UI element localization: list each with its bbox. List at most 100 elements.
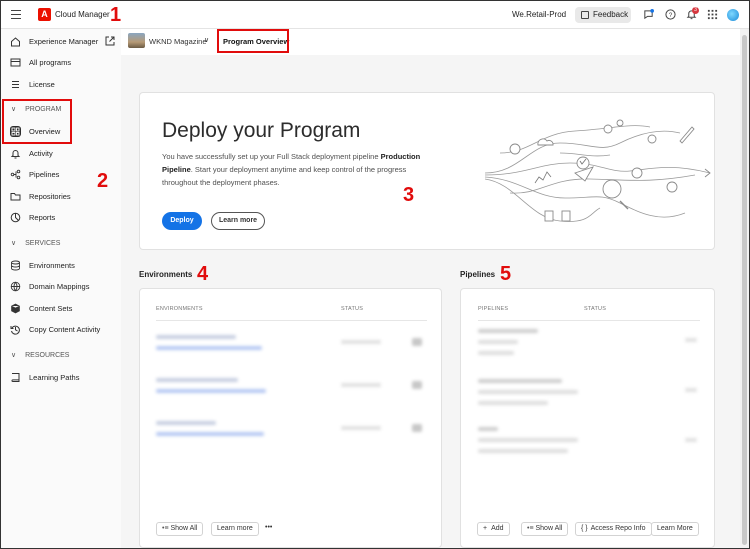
pipelines-learn-more-button[interactable]: Learn More: [651, 522, 699, 536]
sidebar-item-license[interactable]: License: [10, 76, 55, 92]
annotation-number: 2: [97, 170, 109, 192]
sidebar-item-copy-content-activity[interactable]: Copy Content Activity: [10, 321, 100, 337]
sidebar-item-label: Domain Mappings: [29, 281, 90, 291]
deploy-hero-card: Deploy your Program You have successfull…: [139, 92, 715, 250]
sidebar-item-label: Content Sets: [29, 303, 73, 313]
deployment-illustration: [484, 119, 711, 222]
license-icon: [12, 80, 19, 88]
external-link-icon: [105, 36, 115, 46]
programs-icon: [10, 58, 21, 66]
feedback-button[interactable]: Feedback: [575, 7, 631, 23]
sidebar-item-label: Copy Content Activity: [29, 324, 101, 334]
sidebar-item-label: Activity: [29, 148, 53, 158]
sidebar-item-pipelines[interactable]: Pipelines: [10, 166, 59, 182]
pipeline-icon: [10, 169, 21, 179]
code-braces-icon: { }: [581, 525, 588, 532]
environments-title: Environments: [139, 270, 193, 279]
sidebar-item-label: Environments: [29, 260, 75, 270]
sidebar-item-label: Reports: [29, 212, 56, 222]
sidebar-item-domain-mappings[interactable]: Domain Mappings: [10, 278, 89, 294]
sidebar-item-learning-paths[interactable]: Learning Paths: [10, 369, 79, 385]
show-all-environments-button[interactable]: •≡ Show All: [156, 522, 204, 536]
section-label: SERVICES: [25, 239, 61, 247]
reports-icon: [10, 212, 21, 222]
header-divider: [156, 320, 427, 321]
section-label: RESOURCES: [25, 351, 70, 359]
plus-icon: +: [483, 525, 488, 532]
sidebar-item-label: Pipelines: [29, 169, 60, 179]
home-icon: [11, 36, 20, 46]
sidebar-item-experience-manager[interactable]: Experience Manager: [10, 33, 115, 49]
annotation-highlight-box: [217, 29, 289, 53]
sidebar-item-label: License: [29, 79, 55, 89]
learn-more-button[interactable]: Learn more: [211, 212, 265, 230]
sidebar-item-reports[interactable]: Reports: [10, 209, 55, 225]
database-icon: [11, 260, 20, 270]
header-divider: [478, 320, 700, 321]
hero-description: You have successfully set up your Full S…: [162, 152, 421, 187]
col-header-status: STATUS: [341, 306, 364, 312]
adobe-logo-icon: A: [38, 8, 51, 21]
show-all-pipelines-button[interactable]: •≡ Show All: [521, 522, 569, 536]
box-icon: [11, 303, 20, 313]
show-all-label: Show All: [170, 525, 198, 532]
sidebar-item-all-programs[interactable]: All programs: [10, 54, 71, 70]
sidebar-item-label: All programs: [29, 57, 72, 67]
access-repo-label: Access Repo Info: [590, 525, 646, 532]
program-thumbnail: [128, 33, 145, 48]
apps-grid-icon[interactable]: [707, 9, 718, 20]
chevron-down-icon: ∨: [11, 240, 17, 247]
filter-icon: •≡: [162, 525, 169, 532]
annotation-number: 5: [500, 263, 512, 285]
feedback-icon: [581, 11, 589, 19]
help-icon[interactable]: ?: [665, 9, 676, 20]
section-services[interactable]: ∨ SERVICES: [11, 239, 61, 248]
access-repo-info-button[interactable]: { } Access Repo Info: [575, 522, 652, 536]
add-pipeline-button[interactable]: + Add: [477, 522, 510, 536]
pipelines-card: PIPELINES STATUS + Add •≡ Show All { } Acc…: [460, 288, 715, 548]
sidebar-item-label: Experience Manager: [29, 36, 99, 46]
globe-icon: [10, 281, 21, 291]
user-avatar[interactable]: [727, 9, 739, 21]
feedback-label: Feedback: [593, 10, 629, 19]
chevron-down-icon: ∨: [11, 352, 17, 359]
app-title[interactable]: Cloud Manager: [55, 10, 110, 19]
environments-learn-more-button[interactable]: Learn more: [211, 522, 259, 536]
sidebar-item-activity[interactable]: Activity: [10, 145, 53, 161]
sidebar-item-content-sets[interactable]: Content Sets: [10, 300, 72, 316]
deploy-button[interactable]: Deploy: [162, 212, 202, 230]
add-label: Add: [491, 525, 504, 532]
history-icon: [10, 325, 20, 335]
program-switcher[interactable]: WKND Magazine: [149, 37, 207, 46]
section-resources[interactable]: ∨ RESOURCES: [11, 351, 70, 360]
filter-icon: •≡: [527, 525, 534, 532]
sidebar-item-environments[interactable]: Environments: [10, 257, 75, 273]
book-icon: [11, 372, 20, 382]
environments-card: ENVIRONMENTS STATUS •≡ Show All Learn mo…: [139, 288, 442, 548]
scrollbar-thumb[interactable]: [742, 35, 747, 545]
breadcrumb: WKND Magazine ∨ Program Overview: [121, 29, 740, 55]
annotation-number: 3: [403, 184, 415, 206]
hamburger-menu-icon[interactable]: [11, 10, 21, 19]
annotation-number: 4: [197, 263, 209, 285]
col-header-environments: ENVIRONMENTS: [156, 306, 203, 312]
sidebar-item-label: Repositories: [29, 191, 71, 201]
pipelines-title: Pipelines: [460, 270, 496, 279]
sidebar-item-repositories[interactable]: Repositories: [10, 188, 71, 204]
show-all-label: Show All: [535, 525, 563, 532]
annotation-number: 1: [110, 4, 122, 26]
annotation-highlight-box: [2, 99, 72, 144]
sidebar-item-label: Learning Paths: [29, 372, 80, 382]
chevron-down-icon[interactable]: ∨: [204, 36, 209, 44]
org-switcher[interactable]: We.Retail-Prod: [512, 10, 566, 19]
folder-icon: [10, 192, 21, 200]
bell-icon: [10, 149, 21, 158]
chat-icon[interactable]: [643, 9, 654, 20]
col-header-status: STATUS: [584, 306, 607, 312]
svg-text:?: ?: [669, 12, 673, 19]
hero-title: Deploy your Program: [162, 119, 361, 142]
notification-badge: 3: [692, 7, 699, 14]
col-header-pipelines: PIPELINES: [478, 306, 509, 312]
more-options-button[interactable]: •••: [260, 522, 278, 536]
scrollbar[interactable]: [740, 29, 749, 548]
